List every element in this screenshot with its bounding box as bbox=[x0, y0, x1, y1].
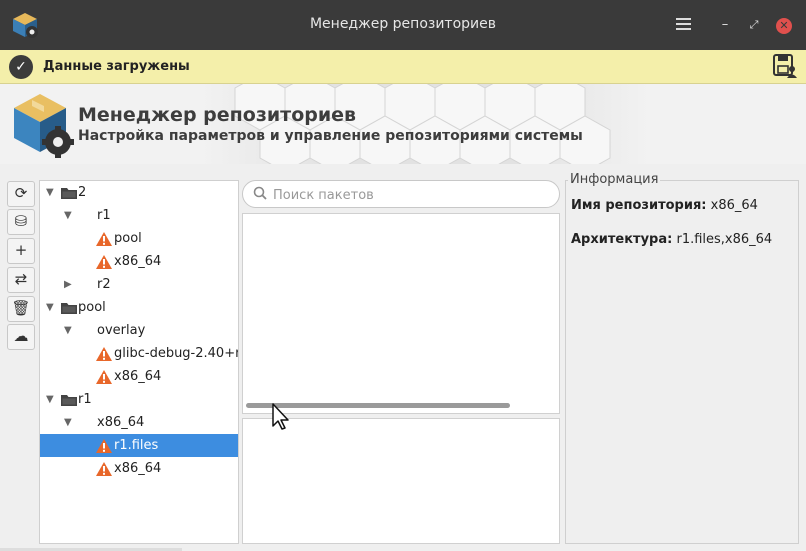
header-subtitle: Настройка параметров и управление репози… bbox=[78, 128, 583, 144]
app-window: Менеджер репозиториев – ⤢ ✕ ✓ Данные заг… bbox=[0, 0, 806, 551]
expand-arrow-icon[interactable]: ▼ bbox=[46, 296, 54, 319]
tree-item[interactable]: ▼ r1 bbox=[40, 388, 238, 411]
warning-icon bbox=[96, 255, 112, 269]
tree-item-label: x86_64 bbox=[114, 369, 162, 384]
tree-item-label: x86_64 bbox=[114, 254, 162, 269]
tree-item[interactable]: glibc-debug-2.40+r1 bbox=[40, 342, 238, 365]
repository-tree[interactable]: ▼ 2 ▼ r1 pool x86_64 ▶ r2 ▼ pool ▼ overlay glibc-deb… bbox=[39, 180, 239, 544]
tree-item-label: r1 bbox=[78, 392, 92, 407]
architecture-line: Архитектура: r1.files,x86_64 bbox=[571, 232, 772, 247]
app-logo bbox=[14, 94, 74, 158]
repo-name-label: Имя репозитория: bbox=[571, 198, 707, 213]
refresh-icon[interactable]: ⟳ bbox=[7, 181, 35, 207]
tree-item[interactable]: ▼ pool bbox=[40, 296, 238, 319]
collapse-arrow-icon[interactable]: ▶ bbox=[64, 273, 72, 296]
save-user-icon[interactable] bbox=[772, 53, 798, 79]
tree-item-label: 2 bbox=[78, 185, 87, 200]
tree-item[interactable]: ▶ r2 bbox=[40, 273, 238, 296]
tree-item-label: overlay bbox=[97, 323, 146, 338]
expand-arrow-icon[interactable]: ▼ bbox=[64, 204, 72, 227]
expand-arrow-icon[interactable]: ▼ bbox=[46, 388, 54, 411]
exchange-icon[interactable]: ⇄ bbox=[7, 267, 35, 293]
search-icon bbox=[253, 186, 267, 200]
warning-icon bbox=[96, 232, 112, 246]
tree-item[interactable]: ▼ r1 bbox=[40, 204, 238, 227]
expand-arrow-icon[interactable]: ▼ bbox=[64, 411, 72, 434]
check-icon: ✓ bbox=[9, 55, 33, 79]
folder-icon bbox=[61, 188, 77, 199]
tree-item[interactable]: ▼ 2 bbox=[40, 181, 238, 204]
tree-item[interactable]: x86_64 bbox=[40, 365, 238, 388]
tree-item[interactable]: ▼ overlay bbox=[40, 319, 238, 342]
tree-item[interactable]: x86_64 bbox=[40, 457, 238, 480]
repo-name-line: Имя репозитория: x86_64 bbox=[571, 198, 758, 213]
tree-item-label: r2 bbox=[97, 277, 111, 292]
tree-item-label: pool bbox=[114, 231, 142, 246]
info-legend: Информация bbox=[568, 172, 661, 187]
tree-item[interactable]: ▼ x86_64 bbox=[40, 411, 238, 434]
tree-item-label: glibc-debug-2.40+r1 bbox=[114, 346, 239, 361]
expand-arrow-icon[interactable]: ▼ bbox=[46, 181, 54, 204]
package-details bbox=[242, 418, 560, 544]
minimize-button[interactable]: – bbox=[716, 15, 734, 35]
search-box[interactable] bbox=[242, 180, 560, 208]
tree-item-label: x86_64 bbox=[97, 415, 145, 430]
folder-icon bbox=[61, 395, 77, 406]
close-button[interactable]: ✕ bbox=[776, 18, 792, 34]
warning-icon bbox=[96, 347, 112, 361]
title-bar: Менеджер репозиториев – ⤢ ✕ bbox=[0, 0, 806, 50]
tree-item-label: r1.files bbox=[114, 438, 159, 453]
tree-item[interactable]: r1.files bbox=[40, 434, 238, 457]
add-icon[interactable]: + bbox=[7, 238, 35, 264]
infobar-message: Данные загружены bbox=[43, 59, 190, 74]
mouse-cursor-icon bbox=[272, 403, 289, 430]
tree-item[interactable]: pool bbox=[40, 227, 238, 250]
warning-icon bbox=[96, 370, 112, 384]
tree-item[interactable]: x86_64 bbox=[40, 250, 238, 273]
folder-icon bbox=[61, 303, 77, 314]
package-list[interactable] bbox=[242, 213, 560, 414]
tree-item-label: r1 bbox=[97, 208, 111, 223]
tree-item-label: pool bbox=[78, 300, 106, 315]
cloud-upload-icon[interactable]: ☁ bbox=[7, 324, 35, 350]
warning-icon bbox=[96, 439, 112, 453]
repo-name-value: x86_64 bbox=[710, 198, 758, 213]
header-title: Менеджер репозиториев bbox=[78, 104, 357, 126]
architecture-label: Архитектура: bbox=[571, 232, 673, 247]
menu-icon[interactable] bbox=[673, 15, 693, 35]
warning-icon bbox=[96, 462, 112, 476]
architecture-value: r1.files,x86_64 bbox=[676, 232, 773, 247]
expand-arrow-icon[interactable]: ▼ bbox=[64, 319, 72, 342]
trash-icon[interactable]: 🗑 bbox=[7, 296, 35, 322]
search-input[interactable] bbox=[271, 184, 555, 206]
maximize-button[interactable]: ⤢ bbox=[745, 15, 763, 35]
database-icon[interactable]: ⛁ bbox=[7, 209, 35, 235]
tree-item-label: x86_64 bbox=[114, 461, 162, 476]
